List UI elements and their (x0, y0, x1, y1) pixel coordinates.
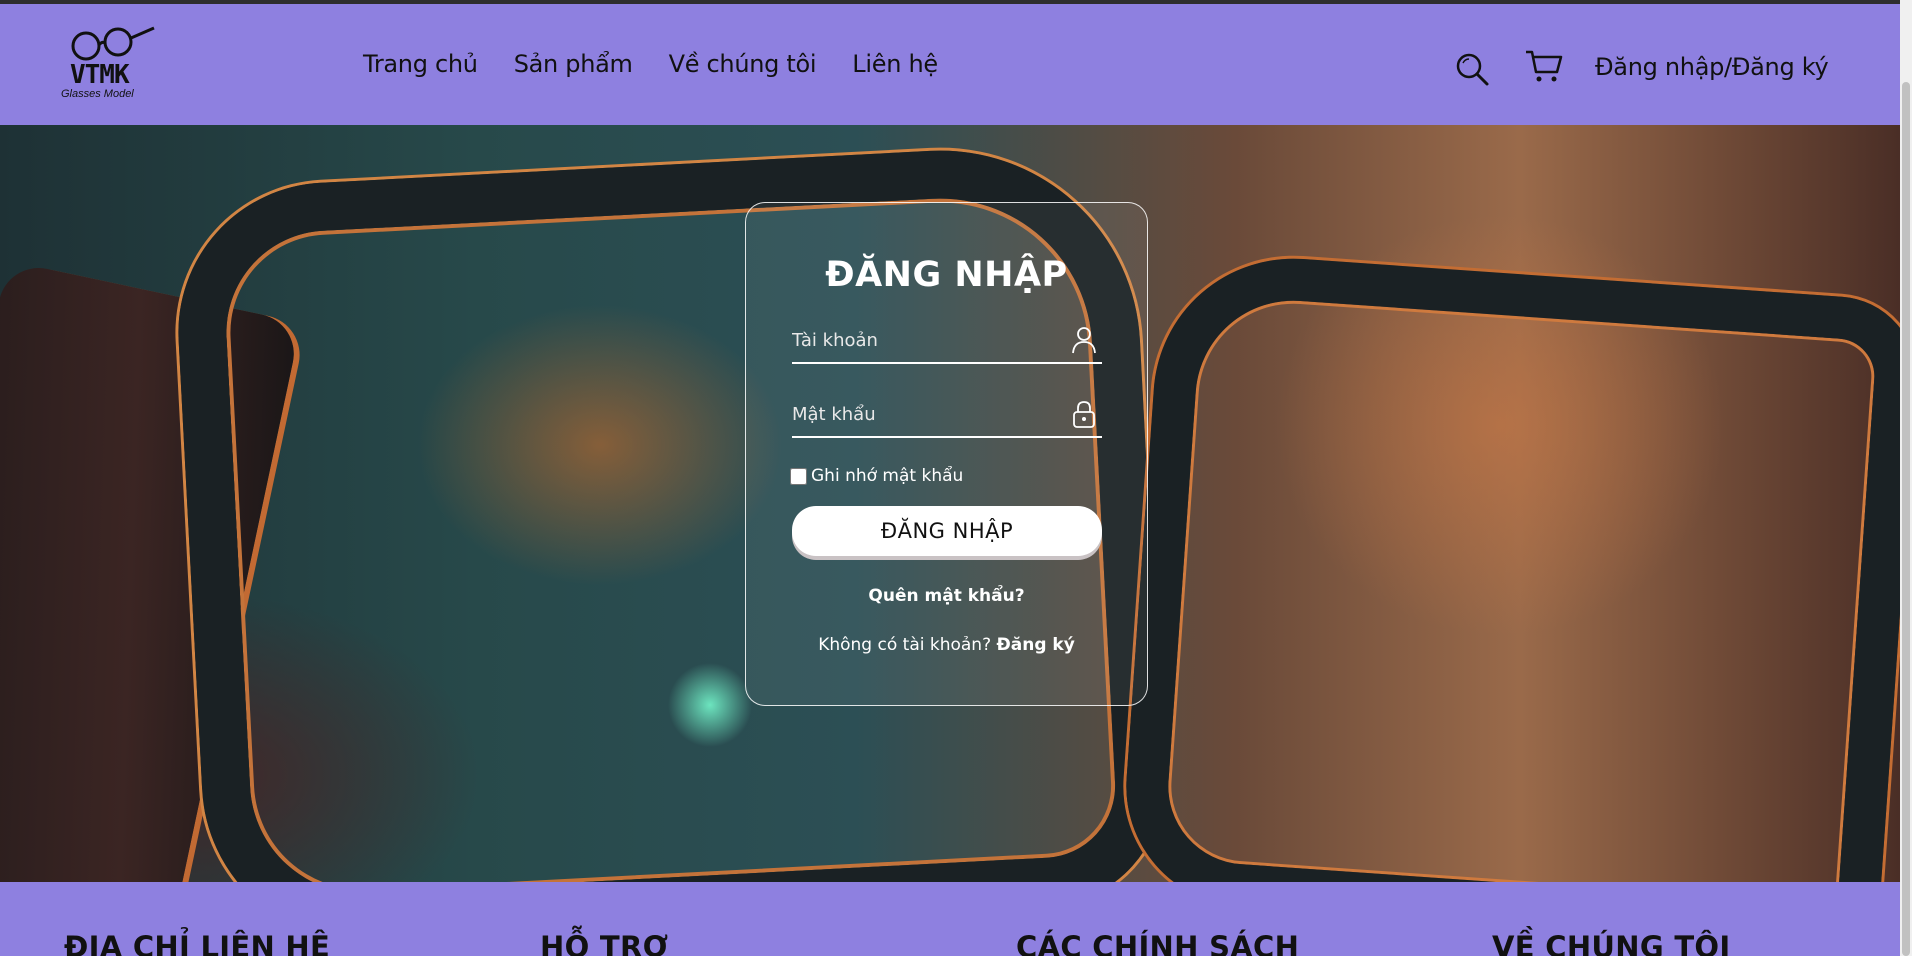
nav-item-about[interactable]: Về chúng tôi (669, 50, 817, 78)
footer-heading-contact-address: ĐỊA CHỈ LIÊN HỆ (64, 930, 331, 956)
username-field-wrapper (792, 318, 1102, 364)
footer-heading-policies: CÁC CHÍNH SÁCH (1016, 930, 1300, 956)
site-header: VTMK Glasses Model Trang chủ Sản phẩm Về… (0, 4, 1900, 125)
lock-icon (1073, 401, 1095, 428)
signup-link[interactable]: Đăng ký (997, 635, 1075, 655)
cart-icon[interactable] (1525, 48, 1563, 84)
nav-item-products[interactable]: Sản phẩm (514, 50, 633, 78)
site-footer: ĐỊA CHỈ LIÊN HỆ HỖ TRỢ CÁC CHÍNH SÁCH VỀ… (0, 882, 1900, 956)
search-icon[interactable] (1454, 51, 1490, 87)
login-submit-button[interactable]: ĐĂNG NHẬP (792, 506, 1102, 556)
scrollbar-thumb[interactable] (1902, 82, 1910, 956)
password-field-wrapper (792, 392, 1102, 438)
no-account-text: Không có tài khoản? (818, 635, 992, 655)
footer-heading-about-us: VỀ CHÚNG TÔI (1492, 930, 1731, 956)
user-icon (1072, 327, 1096, 354)
glasses-lens-right-decoration (1118, 249, 1900, 882)
password-input[interactable] (792, 396, 1062, 432)
remember-me-row: Ghi nhớ mật khẩu (790, 466, 963, 486)
page-scrollbar[interactable] (1900, 0, 1912, 956)
nav-item-contact[interactable]: Liên hệ (852, 50, 938, 78)
main-nav: Trang chủ Sản phẩm Về chúng tôi Liên hệ (363, 50, 938, 78)
brand-logo[interactable]: VTMK Glasses Model (58, 26, 168, 106)
username-input[interactable] (792, 322, 1062, 358)
login-form: ĐĂNG NHẬP Ghi nhớ mật khẩu ĐĂNG NHẬP Quê… (745, 202, 1148, 706)
signup-prompt: Không có tài khoản? Đăng ký (746, 635, 1147, 655)
remember-me-label[interactable]: Ghi nhớ mật khẩu (811, 466, 963, 486)
login-register-link[interactable]: Đăng nhập/Đăng ký (1595, 53, 1829, 81)
glasses-logo-icon (71, 26, 155, 61)
footer-heading-support: HỖ TRỢ (540, 930, 669, 956)
login-title: ĐĂNG NHẬP (825, 255, 1068, 295)
forgot-password-link[interactable]: Quên mật khẩu? (746, 586, 1147, 606)
brand-tagline: Glasses Model (61, 88, 134, 100)
brand-name: VTMK (70, 60, 130, 90)
remember-me-checkbox[interactable] (790, 467, 807, 485)
nav-item-home[interactable]: Trang chủ (363, 50, 478, 78)
